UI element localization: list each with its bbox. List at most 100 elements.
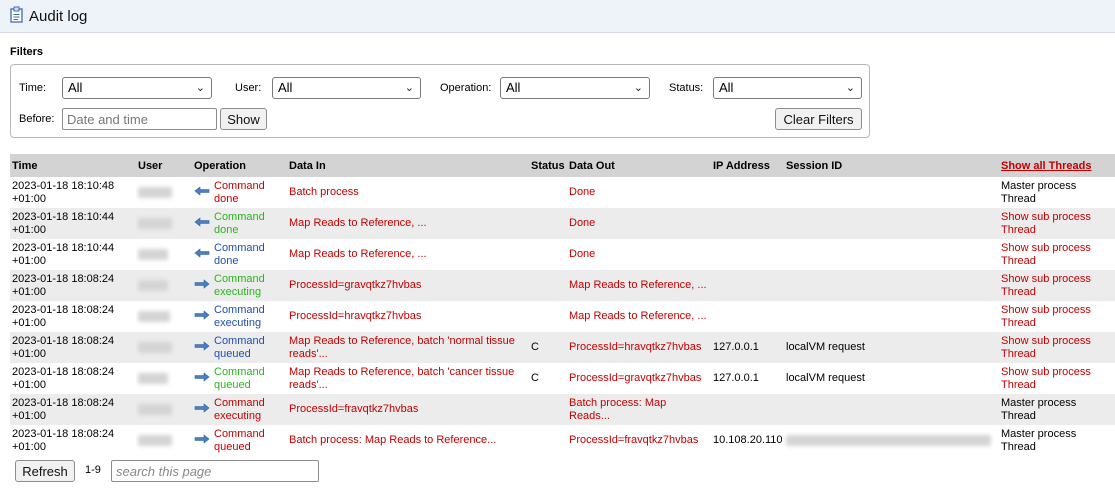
session-id-cell: [784, 208, 999, 239]
data-in-cell: ProcessId=fravqtkz7hvbas: [287, 394, 529, 425]
show-all-threads-link[interactable]: Show all Threads: [1001, 160, 1091, 172]
user-cell: [136, 270, 192, 301]
ip-address-cell: [711, 239, 784, 270]
operation-cell: Command done: [192, 208, 287, 239]
status-cell: C: [529, 332, 567, 363]
user-cell: [136, 425, 192, 456]
data-out-cell: Map Reads to Reference, ...: [569, 310, 707, 322]
status-cell: [529, 208, 567, 239]
time-filter-select[interactable]: All ⌄: [62, 77, 212, 99]
data-out-cell: Map Reads to Reference, ...: [567, 270, 711, 301]
session-id-cell: [784, 394, 999, 425]
operation-text: Command executing: [214, 272, 265, 298]
status-filter-select[interactable]: All ⌄: [713, 77, 862, 99]
page-range: 1-9: [85, 464, 101, 476]
table-row[interactable]: 2023-01-18 18:08:24 +01:00 Command queued…: [10, 332, 1115, 363]
data-in-cell: Map Reads to Reference, batch 'normal ti…: [287, 332, 529, 363]
redacted-user: [138, 186, 172, 198]
time-cell: 2023-01-18 18:10:44 +01:00: [10, 208, 136, 239]
operation-text: Command queued: [214, 334, 265, 360]
session-id-cell: [784, 239, 999, 270]
redacted-user: [138, 310, 170, 322]
session-id-cell: [784, 301, 999, 332]
operation-cell: Command queued: [192, 363, 287, 394]
ip-address-cell: 127.0.0.1: [713, 372, 759, 384]
thread-link[interactable]: Show sub process Thread: [999, 332, 1115, 363]
page-search-input[interactable]: search this page: [111, 460, 319, 482]
table-row[interactable]: 2023-01-18 18:10:44 +01:00 Command done Ma…: [10, 239, 1115, 270]
thread-link[interactable]: Show sub process Thread: [999, 208, 1115, 239]
thread-link: Master process Thread: [1001, 427, 1077, 453]
arrow-right-icon: [194, 340, 214, 355]
data-out-cell: ProcessId=fravqtkz7hvbas: [569, 434, 699, 446]
redacted-session-id: [786, 434, 991, 446]
session-id: localVM request: [786, 341, 865, 353]
arrow-right-icon: [194, 309, 214, 324]
operation-text: Command executing: [214, 396, 265, 422]
table-header-row: Time User Operation Data In Status Data …: [10, 154, 1115, 177]
show-button[interactable]: Show: [220, 108, 267, 130]
chevron-down-icon: ⌄: [195, 82, 205, 94]
table-row[interactable]: 2023-01-18 18:08:24 +01:00 Command queued…: [10, 425, 1115, 456]
operation-filter-select[interactable]: All ⌄: [500, 77, 650, 99]
filters-panel: Time: All ⌄ User: All ⌄ Operation: All ⌄…: [10, 64, 870, 138]
operation-cell: Command executing: [192, 301, 287, 332]
column-header-operation: Operation: [192, 154, 287, 177]
status-cell: C: [531, 372, 539, 384]
status-cell: [529, 239, 567, 270]
session-id-cell: [784, 177, 999, 208]
time-cell: 2023-01-18 18:08:24 +01:00: [10, 270, 136, 301]
operation-cell: Command executing: [192, 394, 287, 425]
redacted-user: [138, 279, 168, 291]
column-header-data-out: Data Out: [567, 154, 711, 177]
user-cell: [136, 208, 192, 239]
table-row[interactable]: 2023-01-18 18:08:24 +01:00 Command execut…: [10, 270, 1115, 301]
redacted-user: [138, 372, 168, 384]
table-row[interactable]: 2023-01-18 18:08:24 +01:00 Command execut…: [10, 301, 1115, 332]
table-row[interactable]: 2023-01-18 18:10:48 +01:00 Command done Ba…: [10, 177, 1115, 208]
data-in-cell: Batch process: [289, 186, 359, 198]
operation-cell: Command executing: [192, 270, 287, 301]
time-cell: 2023-01-18 18:08:24 +01:00: [10, 332, 136, 363]
refresh-button[interactable]: Refresh: [15, 460, 75, 482]
ip-address-cell: [711, 394, 784, 425]
data-in-cell: Map Reads to Reference, ...: [287, 208, 529, 239]
session-id-cell: [784, 270, 999, 301]
user-filter-select[interactable]: All ⌄: [272, 77, 421, 99]
page-title: Audit log: [29, 7, 88, 25]
arrow-left-icon: [194, 185, 214, 200]
operation-text: Command queued: [214, 427, 265, 453]
data-in-cell: ProcessId=hravqtkz7hvbas: [289, 310, 422, 322]
data-in-cell: Map Reads to Reference, batch 'cancer ti…: [289, 365, 515, 391]
arrow-right-icon: [194, 402, 214, 417]
column-header-user: User: [136, 154, 192, 177]
operation-cell: Command queued: [192, 332, 287, 363]
table-row[interactable]: 2023-01-18 18:08:24 +01:00 Command execut…: [10, 394, 1115, 425]
thread-link[interactable]: Show sub process Thread: [999, 301, 1115, 332]
before-datetime-input[interactable]: Date and time: [62, 108, 217, 130]
audit-log-table: Time User Operation Data In Status Data …: [10, 154, 1115, 456]
table-row[interactable]: 2023-01-18 18:08:24 +01:00 Command queued…: [10, 363, 1115, 394]
operation-cell: Command done: [192, 239, 287, 270]
time-filter-label: Time:: [19, 82, 47, 94]
table-row[interactable]: 2023-01-18 18:10:44 +01:00 Command done Ma…: [10, 208, 1115, 239]
time-cell: 2023-01-18 18:08:24 +01:00: [10, 394, 136, 425]
session-id-cell: localVM request: [784, 363, 999, 394]
time-cell: 2023-01-18 18:08:24 +01:00: [12, 427, 115, 453]
ip-address-cell: [711, 301, 784, 332]
data-out-cell: Done: [569, 248, 596, 260]
redacted-user: [138, 434, 172, 446]
clear-filters-button[interactable]: Clear Filters: [775, 108, 862, 130]
thread-link[interactable]: Show sub process Thread: [999, 363, 1115, 394]
redacted-user: [138, 341, 172, 353]
user-cell: [136, 332, 192, 363]
column-header-ip-address: IP Address: [711, 154, 784, 177]
redacted-user: [138, 248, 168, 260]
ip-address-cell: 10.108.20.110: [713, 434, 783, 446]
column-header-threads: Show all Threads: [999, 154, 1115, 177]
operation-cell: Command queued: [192, 425, 287, 456]
data-out-cell: ProcessId=hravqtkz7hvbas: [567, 332, 711, 363]
thread-link[interactable]: Show sub process Thread: [999, 270, 1115, 301]
thread-link[interactable]: Show sub process Thread: [999, 239, 1115, 270]
arrow-right-icon: [194, 278, 214, 293]
